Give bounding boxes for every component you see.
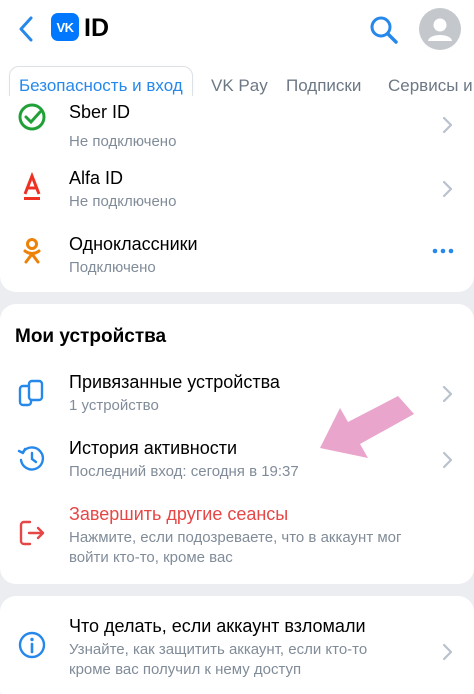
my-devices-card: Мои устройства Привязанные устройства 1 … (0, 304, 474, 584)
service-title: Одноклассники (69, 234, 198, 254)
service-status: Подключено (69, 259, 156, 276)
back-button[interactable] (12, 14, 40, 44)
row-title: Что делать, если аккаунт взломали (69, 616, 366, 636)
row-title: Привязанные устройства (69, 372, 280, 392)
user-icon (428, 18, 452, 41)
devices-icon (18, 379, 44, 407)
info-icon (18, 631, 46, 659)
row-subtitle: Последний вход: сегодня в 19:37 (69, 463, 299, 480)
logo-text: ID (84, 14, 109, 42)
chevron-right-icon (442, 180, 453, 198)
search-icon (370, 16, 398, 44)
chevron-right-icon (442, 643, 453, 661)
chevron-left-icon (19, 16, 33, 42)
section-title: Мои устройства (15, 326, 167, 347)
service-title: Alfa ID (69, 168, 124, 188)
search-button[interactable] (368, 14, 400, 46)
row-subtitle: Нажмите, если подозреваете, что в аккаун… (69, 529, 402, 546)
avatar[interactable] (419, 8, 461, 50)
service-status: Не подключено (69, 193, 177, 210)
row-title: История активности (69, 438, 238, 458)
service-row-sber[interactable]: Sber ID Не подключено (0, 96, 474, 156)
service-status: Не подключено (69, 133, 177, 150)
logo-mark: VK (56, 19, 74, 35)
chevron-right-icon (442, 116, 453, 134)
alfa-icon (23, 172, 41, 200)
row-subtitle: 1 устройство (69, 397, 159, 414)
devices-row-end-sessions[interactable]: Завершить другие сеансы Нажмите, если по… (0, 496, 474, 580)
more-icon[interactable] (432, 247, 454, 255)
help-row[interactable]: Что делать, если аккаунт взломали Узнайт… (0, 608, 474, 694)
service-row-alfa[interactable]: Alfa ID Не подключено (0, 158, 474, 222)
vk-logo: VK (51, 13, 79, 41)
chevron-right-icon (442, 385, 453, 403)
devices-row-linked[interactable]: Привязанные устройства 1 устройство (0, 364, 474, 428)
sber-icon (18, 103, 46, 131)
connected-services-card: Sber ID Не подключено Alfa ID Не подключ… (0, 96, 474, 292)
hacked-help-card: Что делать, если аккаунт взломали Узнайт… (0, 596, 474, 694)
ok-icon (23, 238, 41, 264)
row-subtitle: войти кто-то, кроме вас (69, 549, 233, 566)
row-subtitle: Узнайте, как защитить аккаунт, если кто-… (69, 641, 368, 658)
service-row-ok[interactable]: Одноклассники Подключено (0, 224, 474, 288)
row-subtitle: кроме вас получил к нему доступ (69, 661, 302, 678)
devices-row-history[interactable]: История активности Последний вход: сегод… (0, 430, 474, 494)
history-icon (17, 446, 45, 471)
service-title: Sber ID (69, 102, 131, 122)
chevron-right-icon (442, 451, 453, 469)
row-title: Завершить другие сеансы (69, 504, 289, 524)
logout-icon (19, 520, 45, 546)
